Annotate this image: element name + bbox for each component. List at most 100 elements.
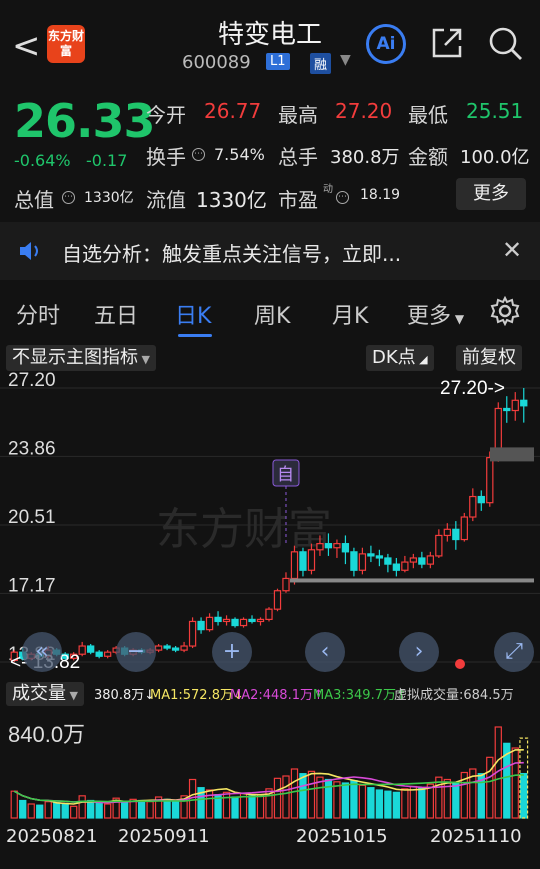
volume-bar xyxy=(36,804,44,819)
volume-label: 总手 xyxy=(278,145,318,169)
candle-body xyxy=(358,553,367,571)
pe-info-icon[interactable]: ⋯ xyxy=(336,187,351,206)
share-icon[interactable] xyxy=(430,26,464,60)
tab-weekly-k[interactable]: 周K xyxy=(254,298,290,330)
tab-intraday[interactable]: 分时 xyxy=(16,298,60,330)
margin-badge: 融 xyxy=(310,53,332,74)
candle-body xyxy=(299,551,307,571)
volume-indicator-select[interactable]: 成交量 ▼ xyxy=(6,682,84,706)
volume-bar xyxy=(392,791,401,819)
main-indicator-select[interactable]: 不显示主图指标 ▼ xyxy=(6,345,156,371)
candle-body xyxy=(443,528,451,537)
volume-chart[interactable]: 840.0万 xyxy=(0,712,540,822)
candle-body xyxy=(316,543,324,551)
volume-bar xyxy=(367,787,375,819)
caret-down-icon: ▼ xyxy=(451,312,465,326)
candle-body xyxy=(401,561,409,571)
volume-bar xyxy=(307,770,316,819)
change-amount: -0.17 xyxy=(86,151,128,170)
turnover-info-icon[interactable]: ⋯ xyxy=(192,144,207,163)
search-icon[interactable] xyxy=(488,26,524,62)
tab-daily-k[interactable]: 日K xyxy=(175,298,211,330)
candle-body xyxy=(469,495,477,518)
tab-five-day[interactable]: 五日 xyxy=(94,298,138,330)
candle-body xyxy=(392,563,401,571)
candle-body xyxy=(324,543,333,549)
open-label: 今开 xyxy=(146,103,186,127)
volume-bar xyxy=(231,796,239,819)
rewind-fast-icon[interactable]: « xyxy=(22,632,62,672)
adjust-select[interactable]: 前复权 xyxy=(456,345,522,371)
ai-assistant-button[interactable]: Ai xyxy=(366,24,406,64)
dk-point-select[interactable]: DK点 ◢ xyxy=(366,345,434,371)
volume-bar xyxy=(171,801,180,819)
candle-body xyxy=(426,555,435,565)
volume-bar xyxy=(78,795,86,819)
open-value: 26.77 xyxy=(204,99,262,123)
close-icon[interactable]: ✕ xyxy=(502,236,522,264)
tab-more[interactable]: 更多 ▼ xyxy=(407,298,464,330)
candle-body xyxy=(214,616,222,623)
volume-bar xyxy=(10,790,18,819)
volume-bar xyxy=(316,776,324,819)
chevron-down-icon[interactable]: ▼ xyxy=(340,52,351,68)
total-cap-label: 总值 xyxy=(14,188,54,212)
chevron-left-icon[interactable]: ‹ xyxy=(305,632,345,672)
candle-body xyxy=(180,645,188,651)
volume-bar xyxy=(486,756,494,819)
volume-bar xyxy=(163,798,171,819)
amount-value: 100.0亿 xyxy=(460,147,530,168)
max-price-label: 27.20-> xyxy=(440,378,505,399)
pe-label: 市盈 xyxy=(278,188,318,212)
fullscreen-icon[interactable]: ⤢ xyxy=(494,632,534,672)
volume-bar xyxy=(401,788,409,819)
volume-bar xyxy=(146,801,154,819)
candle-body xyxy=(87,645,95,653)
zoom-out-icon[interactable]: − xyxy=(116,632,156,672)
chevron-right-icon[interactable]: › xyxy=(399,632,439,672)
more-quote-button[interactable]: 更多 xyxy=(456,178,526,210)
candle-body xyxy=(290,551,299,580)
volume-bar xyxy=(333,781,341,819)
y-tick-label: 20.51 xyxy=(8,507,56,528)
candle-body xyxy=(477,495,485,504)
total-cap-info-icon[interactable]: ⋯ xyxy=(62,187,77,206)
candle-body xyxy=(239,618,248,627)
volume-bar xyxy=(290,768,299,819)
candle-body xyxy=(409,557,418,563)
pe-value: 18.19 xyxy=(360,187,401,203)
high-label: 最高 xyxy=(278,103,318,127)
candle-body xyxy=(511,399,519,412)
y-tick-label: 27.20 xyxy=(8,372,56,391)
turnover-label: 换手 xyxy=(146,145,186,169)
volume-bar xyxy=(384,790,392,819)
zoom-in-icon[interactable]: + xyxy=(212,632,252,672)
candle-body xyxy=(282,577,290,592)
candle-body xyxy=(333,543,341,549)
volume-bar xyxy=(205,789,214,819)
volume-bar xyxy=(103,803,112,819)
pe-dynamic-sup: 动 xyxy=(323,184,333,195)
gear-icon[interactable] xyxy=(490,296,520,326)
candle-body xyxy=(171,647,180,651)
main-indicator-label: 不显示主图指标 xyxy=(12,347,138,368)
candle-body xyxy=(418,557,426,565)
candle-body xyxy=(256,618,265,623)
volume-bar xyxy=(324,778,333,819)
candle-body xyxy=(222,618,231,623)
volume-bar xyxy=(222,791,231,819)
tab-monthly-k[interactable]: 月K xyxy=(332,298,368,330)
volume-ma3: MA3:349.7万↑ xyxy=(313,688,407,703)
date-label: 20250911 xyxy=(118,826,210,847)
date-label: 20251110 xyxy=(430,826,522,847)
volume-bar xyxy=(95,802,103,819)
candle-body xyxy=(375,555,384,559)
volume-max-label: 840.0万 xyxy=(8,722,85,747)
level1-badge: L1 xyxy=(266,53,290,70)
volume-bar xyxy=(350,780,358,819)
resistance-band xyxy=(490,447,534,462)
volume-bar xyxy=(70,805,78,819)
volume-value: 380.8万 xyxy=(330,147,400,168)
volume-bar xyxy=(375,789,384,819)
candlestick-chart[interactable]: 27.2023.8620.5117.1713.82东方财富27.20-><- 1… xyxy=(0,372,540,672)
